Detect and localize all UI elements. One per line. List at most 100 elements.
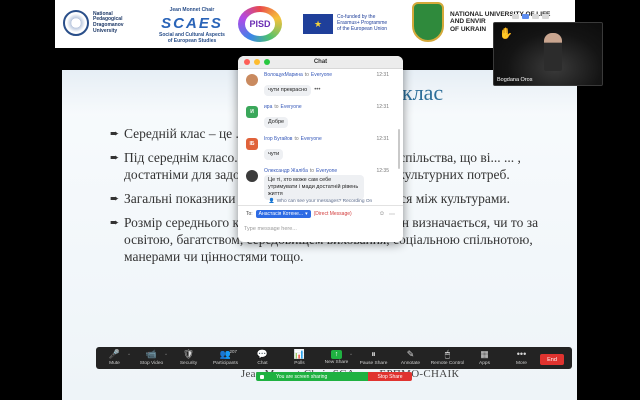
bullet-arrow-icon: ➨: [110, 193, 120, 205]
view-option-icon[interactable]: [512, 14, 519, 19]
message-recipient: Everyone: [280, 103, 302, 110]
chat-window[interactable]: Chat ВолощукМарина to Everyone 12:31 чут…: [238, 56, 403, 242]
chevron-down-icon: ▾: [305, 211, 308, 217]
npu-seal-icon: [63, 10, 89, 36]
more-options-icon[interactable]: •••: [314, 87, 320, 93]
apps-label: Apps: [479, 361, 490, 366]
shield-icon: 🛡: [182, 349, 195, 359]
view-option-icon[interactable]: [542, 14, 549, 19]
recipient-row: To: Анастасія Котене... ▾ (Direct Messag…: [238, 208, 403, 220]
sharing-status[interactable]: You are screen sharing: [256, 372, 368, 381]
chat-scrollbar[interactable]: [398, 129, 400, 169]
message-text: чути прекрасно: [264, 85, 312, 96]
mute-label: Mute: [109, 361, 120, 366]
share-arrow-icon: ↑: [331, 350, 342, 359]
bullet-arrow-icon: ➨: [110, 217, 120, 229]
bullet-arrow-icon: ➨: [110, 152, 120, 164]
chat-bubble-icon: 💬: [256, 349, 269, 359]
view-option-icon[interactable]: [522, 14, 529, 19]
message-time: 12:31: [376, 103, 389, 110]
chat-message-input[interactable]: [244, 222, 396, 236]
message-recipient: Everyone: [300, 135, 322, 142]
more-button[interactable]: ••• More: [503, 349, 540, 366]
chat-label: Chat: [257, 361, 268, 366]
remote-control-button[interactable]: 🖱 Remote Control: [429, 349, 466, 366]
message-to: to: [309, 167, 315, 174]
polls-label: Polls: [294, 361, 305, 366]
pisd-mark: PISD: [245, 12, 275, 36]
message-sender: Олександр Жаліба: [264, 167, 308, 174]
apps-button[interactable]: ▦ Apps: [466, 349, 503, 366]
caret-up-icon[interactable]: ^: [350, 352, 352, 357]
stop-video-label: Stop Video: [139, 361, 164, 366]
participant-count: 207: [229, 349, 238, 354]
message-time: 12:35: [376, 167, 389, 174]
participant-silhouette: [544, 33, 562, 71]
chat-button[interactable]: 💬 Chat: [244, 349, 281, 366]
eu-flag-icon: ★: [303, 14, 333, 34]
message-to: to: [274, 103, 279, 110]
message-time: 12:31: [376, 135, 389, 142]
message-text: Добре: [264, 117, 289, 128]
caret-up-icon[interactable]: ^: [128, 352, 130, 357]
new-share-button[interactable]: ↑ New Share ^: [318, 349, 355, 365]
message-text: чути: [264, 149, 284, 160]
message-recipient: Everyone: [316, 167, 338, 174]
scaes-top: Jean Monnet Chair: [169, 7, 215, 13]
screen-sharing-bar: You are screen sharing Stop Share: [256, 372, 412, 381]
npu-logo: National Pedagogical Dragomanov Universi…: [63, 10, 124, 36]
participant-name: Bogdana Oros: [497, 77, 533, 83]
npu-line-4: University: [93, 27, 118, 34]
message-sender: ира: [264, 103, 273, 110]
new-share-label: New Share: [324, 360, 349, 365]
more-icon[interactable]: ⋯: [389, 211, 395, 218]
stop-video-button[interactable]: 📹 Stop Video ^: [133, 349, 170, 366]
chat-message-list[interactable]: ВолощукМарина to Everyone 12:31 чути пре…: [238, 69, 403, 204]
pause-icon: ⏸: [371, 349, 376, 359]
mute-button[interactable]: 🎤 Mute ^: [96, 349, 133, 366]
view-option-icon[interactable]: [532, 14, 539, 19]
emoji-icon[interactable]: ☺: [379, 211, 385, 217]
avatar: [246, 74, 258, 86]
apps-grid-icon: ▦: [480, 349, 489, 359]
security-label: Security: [179, 361, 198, 366]
message-to: to: [294, 135, 299, 142]
sharing-indicator-icon: [260, 374, 264, 379]
nulu-shield-icon: [412, 2, 444, 42]
annotate-button[interactable]: ✎ Annotate: [392, 349, 429, 366]
eu-line-3: of the European Union: [337, 25, 388, 32]
stop-share-button[interactable]: Stop Share: [368, 372, 412, 381]
recipient-name: Анастасія Котене...: [258, 211, 304, 217]
scaes-mark: SCAES: [161, 14, 223, 32]
end-meeting-button[interactable]: End: [540, 354, 564, 365]
video-camera-icon: 📹: [145, 349, 158, 359]
participant-video-tile[interactable]: ✋ Bogdana Oros: [493, 22, 603, 86]
participants-label: Participants: [212, 361, 239, 366]
pause-share-button[interactable]: ⏸ Pause Share: [355, 349, 392, 366]
caret-up-icon[interactable]: ^: [165, 352, 167, 357]
message-sender: Ігор Бугайов: [264, 135, 293, 142]
chat-message: Олександр Жаліба to Everyone 12:35 Це ті…: [238, 166, 403, 200]
slide-title: клас: [402, 80, 444, 105]
security-button[interactable]: 🛡 Security: [170, 349, 207, 366]
pencil-icon: ✎: [406, 349, 415, 359]
microphone-icon: 🎤: [108, 349, 121, 359]
remote-control-label: Remote Control: [430, 361, 465, 366]
message-time: 12:31: [376, 71, 389, 78]
pause-share-label: Pause Share: [359, 361, 388, 366]
ellipsis-icon: •••: [516, 349, 527, 359]
scaes-logo: Jean Monnet Chair SCAES Social and Cultu…: [155, 7, 229, 44]
chat-message: ВолощукМарина to Everyone 12:31 чути пре…: [238, 70, 403, 96]
privacy-notice[interactable]: 👤 Who can see your messages? Recording O…: [238, 197, 403, 206]
more-label: More: [516, 361, 527, 366]
chat-message: ІБ Ігор Бугайов to Everyone 12:31 чути: [238, 134, 403, 160]
recipient-dropdown[interactable]: Анастасія Котене... ▾: [255, 210, 311, 218]
polls-button[interactable]: 📊 Polls: [281, 349, 318, 366]
direct-message-label: (Direct Message): [313, 211, 352, 217]
meeting-toolbar: 🎤 Mute ^ 📹 Stop Video ^ 🛡 Security 👥 207…: [96, 347, 572, 369]
bar-chart-icon: 📊: [293, 349, 306, 359]
sharing-status-text: You are screen sharing: [276, 373, 328, 380]
chat-titlebar[interactable]: Chat: [238, 56, 403, 69]
participants-button[interactable]: 👥 207 Participants: [207, 349, 244, 366]
avatar: [246, 170, 258, 182]
